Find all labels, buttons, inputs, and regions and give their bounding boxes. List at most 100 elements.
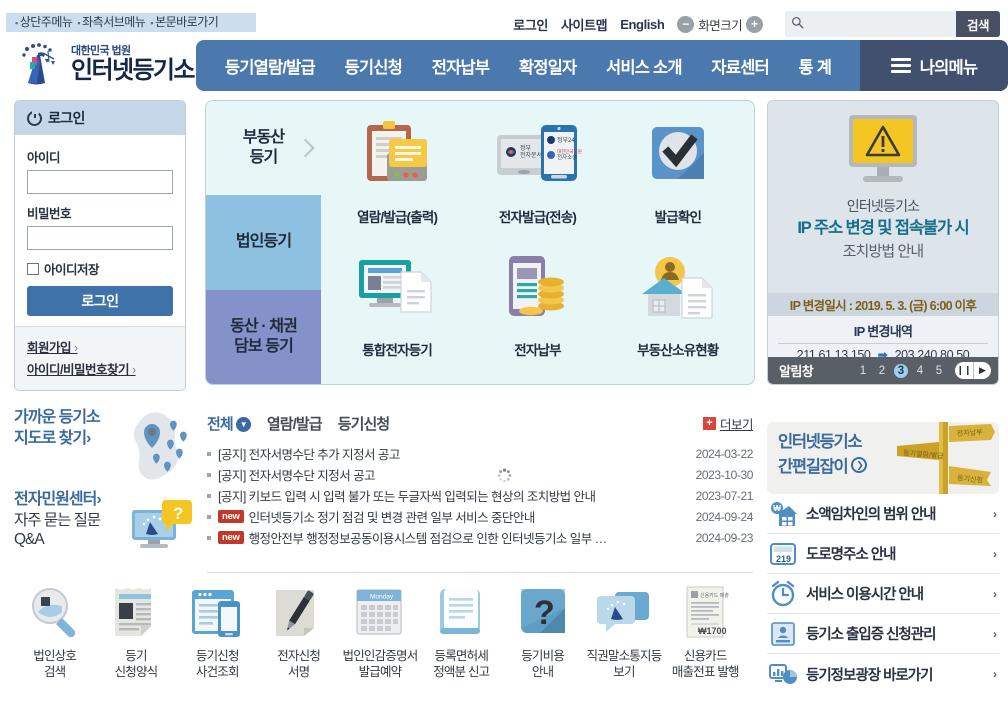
service-item-issue-confirm[interactable]: 발급확인 — [608, 109, 748, 242]
id-input[interactable] — [27, 170, 173, 194]
screen-size-label: 화면크기 — [698, 18, 742, 33]
quick-link-ex-officio-cancellation-notice[interactable]: 직권말소통지등 보기 — [583, 584, 664, 681]
signup-label: 회원가입 — [27, 341, 72, 355]
notice-page-5[interactable]: 5 — [932, 365, 946, 377]
guide-item-pass-application[interactable]: 등기소 출입증 신청관리 › — [767, 614, 999, 654]
utility-english-link[interactable]: English — [620, 17, 665, 32]
my-menu-label: 나의메뉴 — [919, 58, 978, 77]
logo-line-title: 인터넷등기소 — [71, 57, 195, 84]
board-tab-view-issue[interactable]: 열람/발급 — [267, 413, 323, 434]
quick-link-e-application-signature[interactable]: 전자신청 서명 — [258, 584, 339, 681]
browser-mobile-icon — [186, 584, 248, 642]
gnb-menu-list: 등기열람/발급 등기신청 전자납부 확정일자 서비스 소개 자료센터 통 계 — [196, 40, 860, 91]
quick-link-label: 등기비용 안내 — [521, 649, 565, 680]
skip-link-content[interactable]: 본문바로가기 — [155, 15, 219, 29]
monitor-document-icon — [349, 250, 445, 336]
notice-list-item[interactable]: [공지] 키보드 입력 시 입력 불가 또는 두글자씩 입력되는 현상의 조치방… — [207, 485, 753, 506]
guide-item-road-address[interactable]: 219 도로명주소 안내 › — [767, 534, 999, 574]
notice-list-item[interactable]: new 인터넷등기소 정기 점검 및 변경 관련 일부 서비스 중단안내 202… — [207, 506, 753, 527]
login-submit-button[interactable]: 로그인 — [27, 286, 173, 316]
guide-item-service-hours[interactable]: 서비스 이용시간 안내 › — [767, 574, 999, 614]
my-menu-button[interactable]: 나의메뉴 — [860, 40, 1008, 91]
chevron-right-icon: › — [128, 363, 136, 377]
quick-link-company-name-search[interactable]: 법인상호 검색 — [14, 584, 95, 681]
quick-link-registry-form[interactable]: 등기 신청양식 — [95, 584, 176, 681]
notice-title[interactable]: [공지] 전자서명수단 지정서 공고 — [218, 465, 375, 484]
utility-sitemap-link[interactable]: 사이트맵 — [561, 15, 608, 34]
notice-page-1[interactable]: 1 — [856, 365, 870, 377]
guide-item-small-lessee[interactable]: ₩ 소액임차인의 범위 안내 › — [767, 494, 999, 534]
notice-date: 2023-07-21 — [695, 488, 754, 503]
next-icon[interactable]: ▶ — [973, 362, 991, 379]
notice-list-item[interactable]: [공지] 전자서명수단 추가 지정서 공고 2024-03-22 — [207, 443, 753, 464]
chart-monitor-icon — [769, 661, 797, 687]
arrow-circle-icon[interactable]: ❯ — [851, 457, 868, 474]
e-civil-center-block[interactable]: 전자민원센터› 자주 묻는 질문 Q&A ? — [14, 490, 202, 572]
service-tab-movable-credit[interactable]: 동산 · 채권 담보 등기 — [206, 289, 321, 384]
checkbox-icon[interactable] — [27, 262, 39, 275]
find-id-password-link[interactable]: 아이디/비밀번호찾기 › — [27, 359, 173, 378]
remember-id-row[interactable]: 아이디저장 — [27, 259, 173, 278]
notice-title[interactable]: [공지] 전자서명수단 추가 지정서 공고 — [218, 444, 400, 463]
gnb-item-registry-view[interactable]: 등기열람/발급 — [225, 54, 316, 78]
notice-title[interactable]: 행정안전부 행정정보공동이용시스템 점검으로 인한 인터넷등기소 일부 … — [249, 528, 607, 547]
skip-link-top-menu[interactable]: 상단주메뉴 — [20, 15, 73, 29]
service-item-view-issue[interactable]: 열람/발급(출력) — [327, 109, 467, 242]
gnb-item-registry-apply[interactable]: 등기신청 — [345, 54, 403, 78]
gnb-item-service-intro[interactable]: 서비스 소개 — [606, 54, 682, 78]
board-tab-all[interactable]: 전체 ▼ — [207, 413, 251, 434]
skip-link-sub-menu[interactable]: 좌측서브메뉴 — [82, 15, 146, 29]
board-divider — [207, 572, 753, 573]
service-tab-real-estate[interactable]: 부동산 등기 — [206, 101, 321, 196]
notice-rotator-slide[interactable]: 인터넷등기소 IP 주소 변경 및 접속불가 시 조치방법 안내 — [768, 101, 998, 293]
bullet-icon — [207, 472, 211, 477]
notice-page-4[interactable]: 4 — [913, 365, 927, 377]
service-tab-corporation[interactable]: 법인등기 — [206, 195, 321, 290]
search-button[interactable]: 검색 — [955, 11, 1000, 37]
quick-link-license-tax-report[interactable]: 등록면허세 정액분 신고 — [421, 584, 502, 681]
gnb-item-epayment[interactable]: 전자납부 — [432, 54, 490, 78]
bullet-icon: ▪ — [150, 18, 154, 28]
notice-title[interactable]: 인터넷등기소 정기 점검 및 변경 관련 일부 서비스 중단안내 — [249, 507, 535, 526]
service-item-e-payment[interactable]: 전자납부 — [467, 242, 607, 375]
simple-guide-header[interactable]: 인터넷등기소 간편길잡이 ❯ 전자납부 등기열람/발급 등기신청 — [767, 422, 999, 494]
service-item-integrated-e-registry[interactable]: 통합전자등기 — [327, 242, 467, 375]
quick-link-registration-cost-guide[interactable]: ? 등기비용 안내 — [502, 584, 583, 681]
gnb-item-data-center[interactable]: 자료센터 — [711, 54, 769, 78]
guide-item-label: 서비스 이용시간 안내 — [806, 587, 924, 603]
zoom-out-icon[interactable]: − — [677, 15, 695, 33]
e-civil-center-link[interactable]: 전자민원센터› — [14, 490, 102, 511]
signup-link[interactable]: 회원가입 › — [27, 337, 173, 356]
gnb-item-fixed-date[interactable]: 확정일자 — [519, 54, 577, 78]
service-item-property-ownership[interactable]: 부동산소유현황 — [608, 242, 748, 375]
guide-item-registry-info-plaza[interactable]: 등기정보광장 바로가기 › — [767, 654, 999, 694]
new-badge: new — [218, 531, 244, 544]
nearby-registry-link[interactable]: 가까운 등기소 지도로 찾기› — [14, 408, 101, 450]
search-input[interactable] — [809, 12, 929, 36]
login-panel: 로그인 아이디 비밀번호 아이디저장 로그인 회원가입 › 아이디/비밀번호찾기… — [14, 100, 186, 391]
notice-title[interactable]: [공지] 키보드 입력 시 입력 불가 또는 두글자씩 입력되는 현상의 조치방… — [218, 486, 595, 505]
nearby-registry-block[interactable]: 가까운 등기소 지도로 찾기› — [14, 408, 202, 490]
board-more-link[interactable]: + 더보기 — [702, 414, 754, 433]
quick-link-corp-seal-certificate-reservation[interactable]: Monday 법인인감증명서 발급예약 — [339, 584, 420, 681]
notice-list-item[interactable]: [공지] 전자서명수단 지정서 공고 2023-10-30 — [207, 464, 753, 485]
password-input[interactable] — [27, 226, 173, 250]
question-mark-icon: ? — [512, 584, 574, 642]
site-logo[interactable]: 대한민국 법원 인터넷등기소 — [18, 42, 195, 87]
notice-list-item[interactable]: new 행정안전부 행정정보공동이용시스템 점검으로 인한 인터넷등기소 일부 … — [207, 527, 753, 548]
notice-page-3[interactable]: 3 — [894, 363, 908, 378]
utility-login-link[interactable]: 로그인 — [513, 15, 548, 34]
svg-text:219: 219 — [776, 554, 791, 564]
quick-link-credit-card-receipt[interactable]: 신용카드 매출 ₩1700 신용카드 매출전표 발행 — [665, 584, 746, 681]
gnb-item-statistics[interactable]: 통 계 — [799, 54, 832, 78]
notice-page-2[interactable]: 2 — [875, 365, 889, 377]
chevron-down-icon: ▼ — [235, 416, 251, 432]
zoom-in-icon[interactable]: + — [746, 15, 763, 33]
quick-link-case-inquiry[interactable]: 등기신청 사건조회 — [177, 584, 258, 681]
service-panel: 부동산 등기 법인등기 동산 · 채권 담보 등기 열람/발급(출력) 정부 전… — [205, 100, 755, 385]
pause-icon[interactable]: ❙❙ — [955, 362, 973, 379]
search-box: 검색 — [785, 11, 1000, 37]
board-tab-registry-apply[interactable]: 등기신청 — [338, 413, 391, 434]
logo-line-court: 대한민국 법원 — [71, 45, 131, 57]
service-item-e-issue[interactable]: 정부 전자문서지갑 정부24 대한민국법원 전자소송 전자발급(전송) — [467, 109, 607, 242]
